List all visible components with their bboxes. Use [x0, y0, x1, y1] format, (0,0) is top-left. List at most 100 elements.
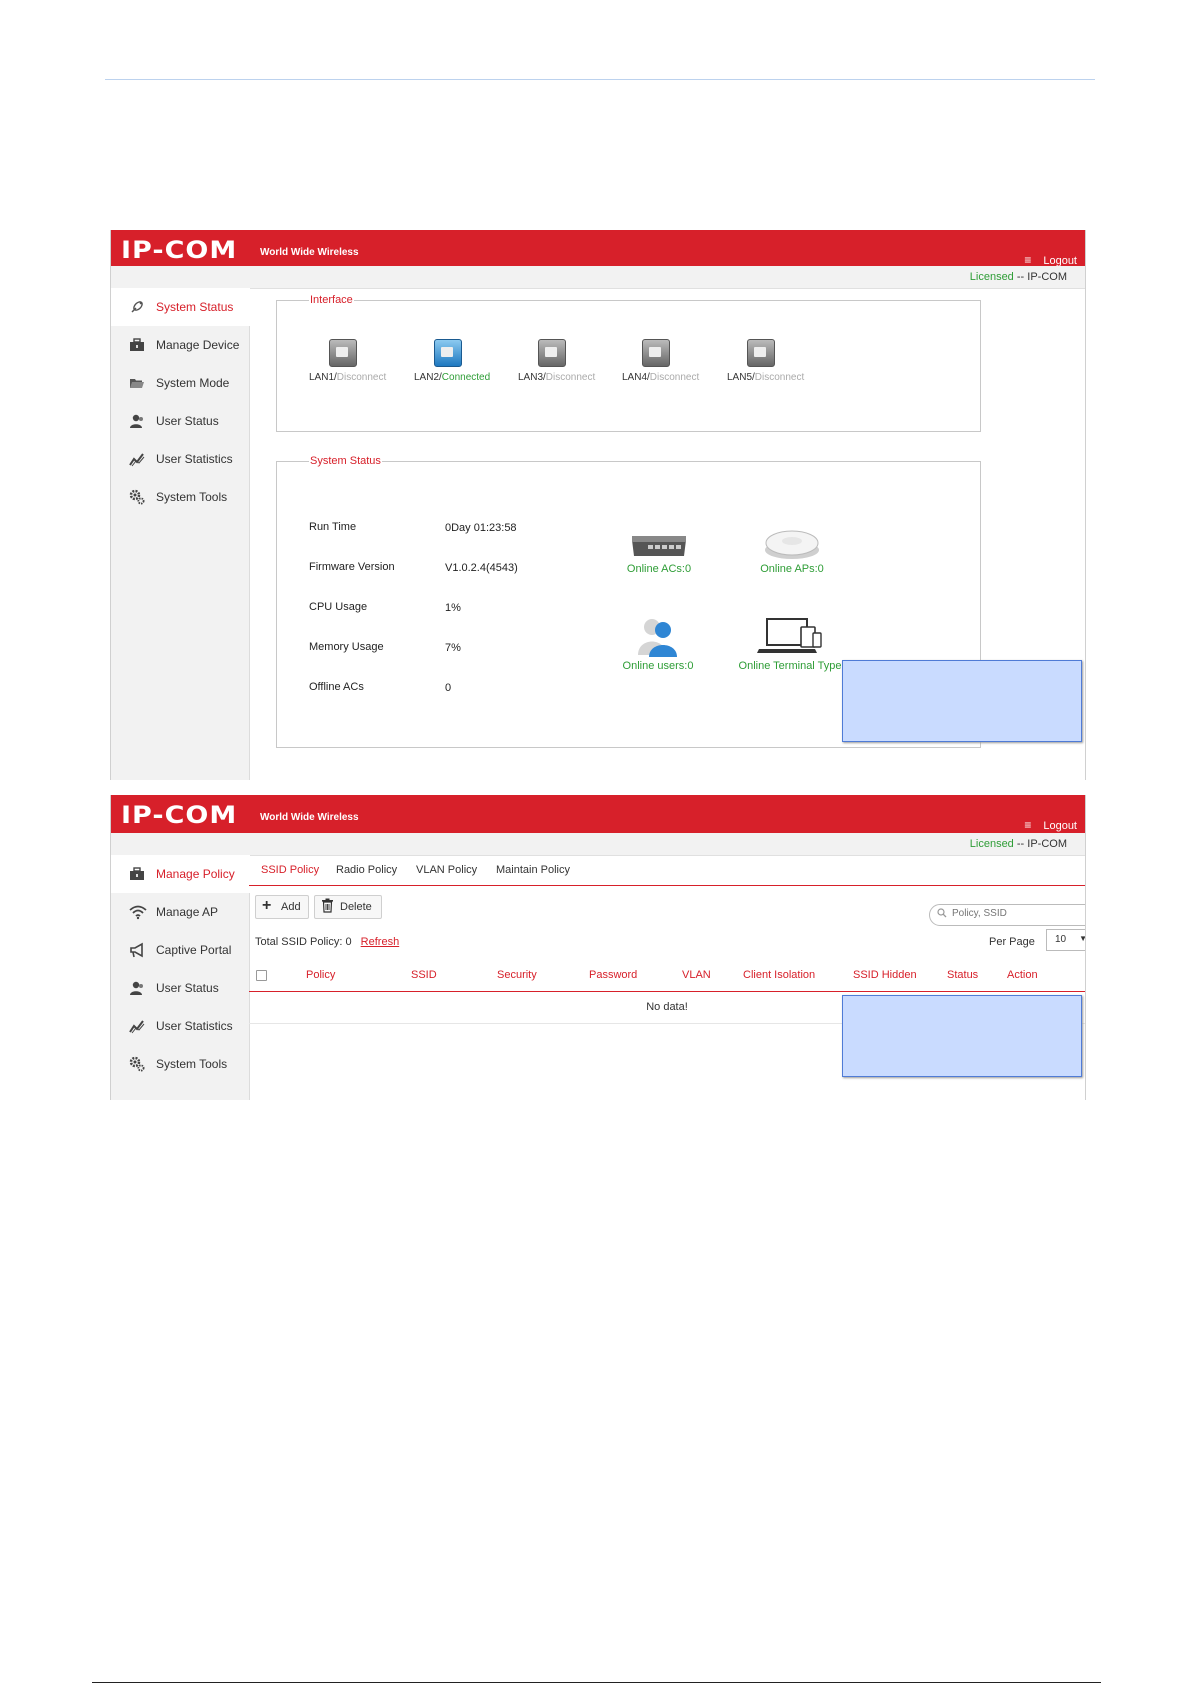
top-banner: IP-COM World Wide Wireless ≡ Logout [111, 230, 1085, 267]
port-lan1: LAN1/Disconnect [309, 339, 409, 387]
menu-icon[interactable]: ≡ [1024, 818, 1031, 832]
port-lan4: LAN4/Disconnect [622, 339, 722, 387]
nav-captive-portal[interactable]: Captive Portal [111, 931, 250, 969]
plus-icon: + [262, 897, 272, 914]
sidebar: System Status Manage Device System Mode … [111, 288, 250, 780]
nav-system-tools[interactable]: System Tools [111, 478, 250, 516]
col-ssid-hidden: SSID Hidden [853, 969, 917, 981]
satellite-icon [129, 299, 145, 315]
system-status-legend: System Status [309, 455, 382, 467]
brand-logo: IP-COM [121, 236, 238, 265]
online-acs[interactable]: Online ACs:0 [619, 532, 699, 575]
devices-icon [757, 618, 822, 653]
folder-icon [129, 375, 145, 391]
select-all-checkbox[interactable] [256, 970, 267, 981]
delete-button[interactable]: Delete [314, 895, 382, 919]
brand-tagline: World Wide Wireless [260, 247, 359, 258]
online-aps[interactable]: Online APs:0 [747, 528, 837, 575]
cpu-usage-label: CPU Usage [309, 601, 368, 613]
megaphone-icon [129, 942, 145, 958]
users-icon [129, 413, 145, 429]
policy-tabs: SSID Policy Radio Policy VLAN Policy Mai… [249, 855, 1085, 886]
ethernet-port-icon [538, 339, 566, 367]
policy-table-header: Policy SSID Security Password VLAN Clien… [249, 959, 1085, 992]
trash-icon [321, 898, 334, 917]
offline-acs-value: 0 [445, 682, 452, 694]
per-page-select[interactable]: 10 ▼ [1046, 929, 1085, 951]
license-status: Licensed -- IP-COM [969, 838, 1067, 850]
chart-icon [129, 1018, 145, 1034]
interface-panel: Interface LAN1/Disconnect LAN2/Connected… [276, 294, 981, 432]
gears-icon [129, 489, 145, 505]
tab-ssid-policy[interactable]: SSID Policy [261, 864, 319, 876]
users-icon [129, 980, 145, 996]
run-time-label: Run Time [309, 521, 357, 533]
per-page-label: Per Page [989, 936, 1035, 948]
logout-label: Logout [1043, 820, 1077, 832]
ethernet-port-icon [642, 339, 670, 367]
access-point-icon [765, 530, 819, 559]
run-time-value: 0Day 01:23:58 [445, 522, 517, 534]
nav-manage-policy[interactable]: Manage Policy [111, 855, 250, 893]
wifi-icon [129, 904, 147, 920]
header-rule [105, 79, 1095, 80]
brand-logo: IP-COM [121, 801, 238, 830]
nav-system-status[interactable]: System Status [111, 288, 250, 326]
online-users[interactable]: Online users:0 [613, 617, 703, 672]
users-icon [638, 619, 677, 657]
col-policy: Policy [306, 969, 336, 981]
logout-button[interactable]: ≡ Logout [1024, 818, 1077, 832]
tab-radio-policy[interactable]: Radio Policy [336, 864, 397, 876]
license-bar: Licensed -- IP-COM [111, 833, 1085, 856]
gears-icon [129, 1056, 145, 1072]
footer-rule [92, 1682, 1101, 1683]
add-button[interactable]: + Add [255, 895, 309, 919]
ethernet-port-icon [329, 339, 357, 367]
port-lan5: LAN5/Disconnect [727, 339, 827, 387]
search-input[interactable] [950, 907, 1085, 920]
toolbox-icon [129, 866, 145, 882]
top-banner: IP-COM World Wide Wireless ≡ Logout [111, 795, 1085, 833]
chart-icon [129, 451, 145, 467]
logout-button[interactable]: ≡ Logout [1024, 253, 1077, 267]
nav-user-status[interactable]: User Status [111, 402, 250, 440]
tab-vlan-policy[interactable]: VLAN Policy [416, 864, 477, 876]
port-lan2: LAN2/Connected [414, 339, 514, 387]
memory-usage-value: 7% [445, 642, 461, 654]
nav-manage-ap[interactable]: Manage AP [111, 893, 250, 931]
search-icon [937, 908, 947, 921]
ethernet-port-icon [747, 339, 775, 367]
firmware-version-value: V1.0.2.4(4543) [445, 562, 518, 574]
nav-system-tools[interactable]: System Tools [111, 1045, 250, 1083]
annotation-callout [842, 660, 1082, 742]
nav-manage-device[interactable]: Manage Device [111, 326, 250, 364]
cpu-usage-value: 1% [445, 602, 461, 614]
nav-system-mode[interactable]: System Mode [111, 364, 250, 402]
menu-icon[interactable]: ≡ [1024, 253, 1031, 267]
ethernet-port-icon [434, 339, 462, 367]
policy-search[interactable] [929, 904, 1085, 926]
col-client-isolation: Client Isolation [743, 969, 816, 981]
toolbox-icon [129, 337, 145, 353]
license-bar: Licensed -- IP-COM [111, 266, 1085, 289]
total-count: 0 [345, 936, 352, 948]
tab-maintain-policy[interactable]: Maintain Policy [496, 864, 570, 876]
port-lan3: LAN3/Disconnect [518, 339, 618, 387]
annotation-callout [842, 995, 1082, 1077]
col-security: Security [497, 969, 537, 981]
nav-user-statistics[interactable]: User Statistics [111, 440, 250, 478]
col-ssid: SSID [411, 969, 437, 981]
nav-user-statistics[interactable]: User Statistics [111, 1007, 250, 1045]
sidebar: Manage Policy Manage AP Captive Portal U… [111, 855, 250, 1100]
license-status: Licensed -- IP-COM [969, 271, 1067, 283]
system-status-screenshot: IP-COM World Wide Wireless ≡ Logout Licen… [110, 230, 1086, 780]
switch-icon [632, 536, 686, 556]
online-terminal-type[interactable]: Online Terminal Type [725, 617, 855, 672]
col-status: Status [947, 969, 979, 981]
col-vlan: VLAN [682, 969, 711, 981]
brand-tagline: World Wide Wireless [260, 812, 359, 823]
col-action: Action [1007, 969, 1038, 981]
nav-user-status[interactable]: User Status [111, 969, 250, 1007]
refresh-link[interactable]: Refresh [361, 936, 400, 948]
memory-usage-label: Memory Usage [309, 641, 384, 653]
